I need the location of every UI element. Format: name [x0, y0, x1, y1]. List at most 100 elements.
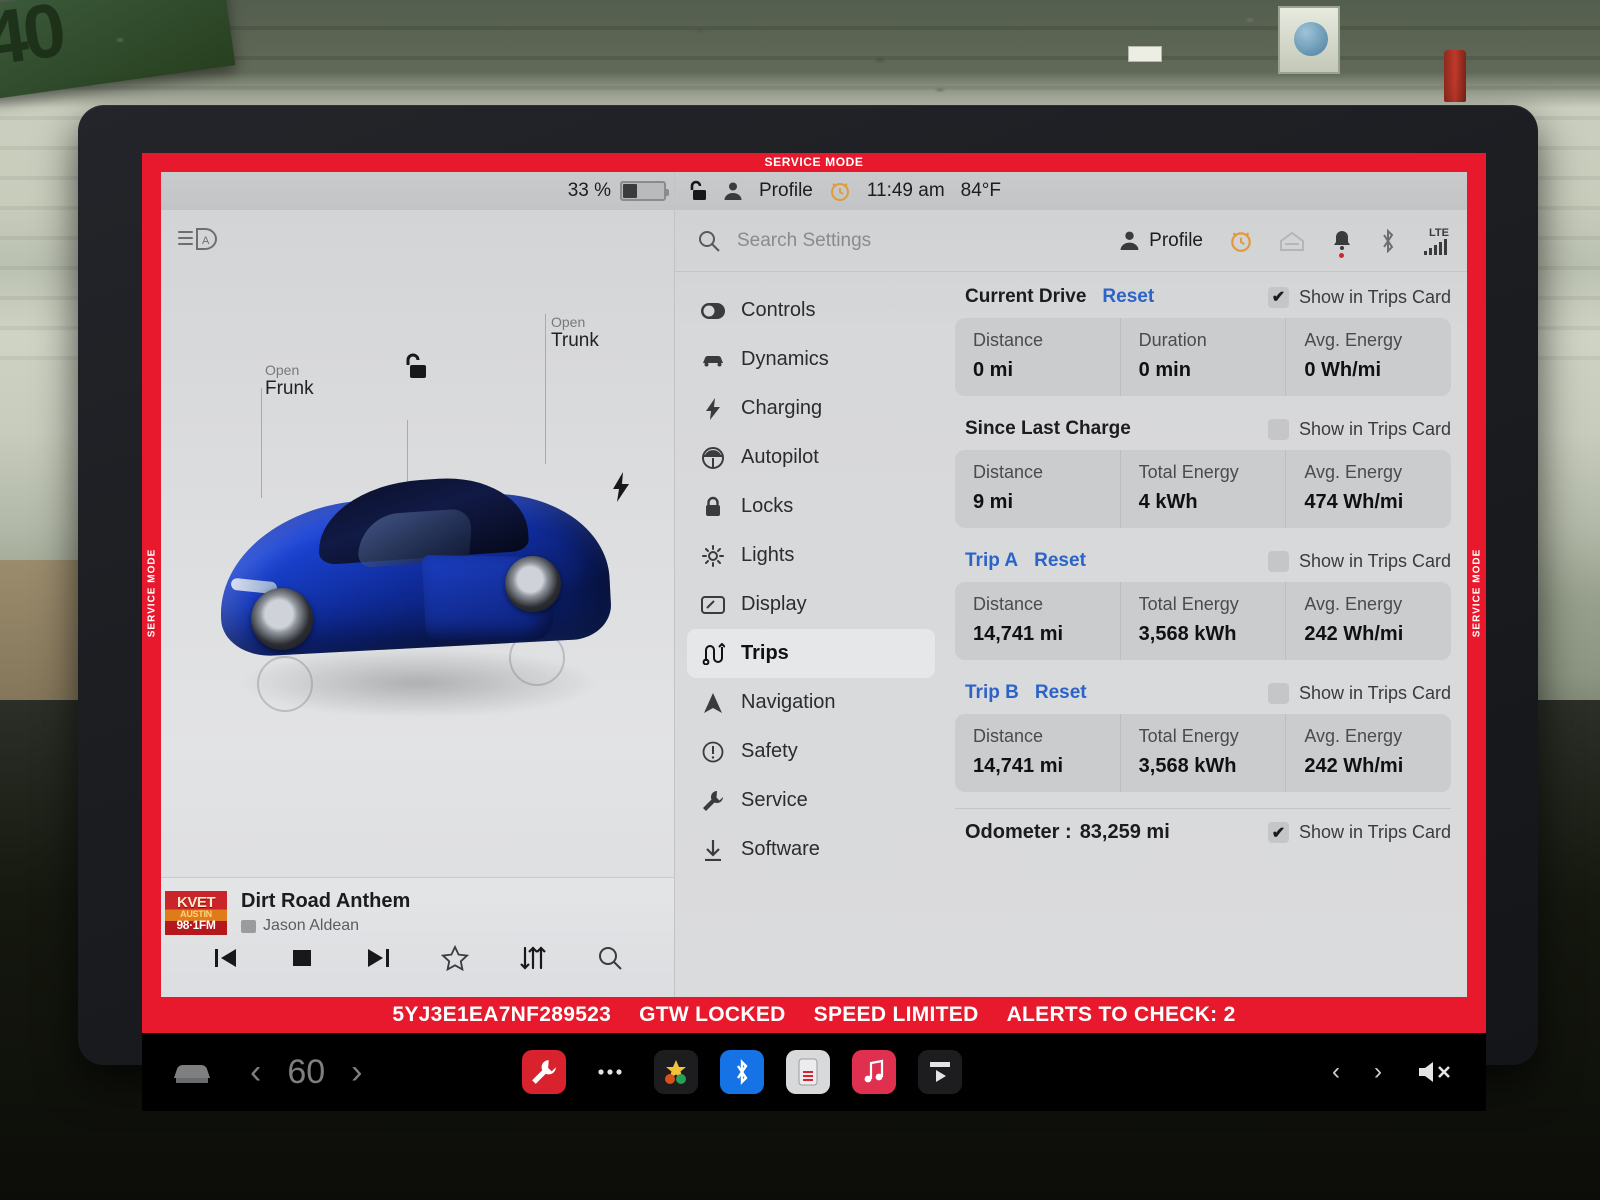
download-icon: [701, 839, 725, 861]
taskbar-right: ‹ ›: [1332, 1058, 1486, 1086]
screen-content: 33 % A Open Frunk Open Trunk KVET AUSTIN…: [161, 172, 1467, 997]
show-in-trips-card-trip-b[interactable]: ✔ Show in Trips Card: [1267, 682, 1451, 704]
car-3d-model[interactable]: [209, 460, 629, 718]
settings-pane: Profile 11:49 am 84°F Search Settings Pr…: [675, 172, 1467, 997]
person-icon[interactable]: [723, 181, 743, 201]
checkbox[interactable]: ✔: [1267, 550, 1289, 572]
nav-next-button[interactable]: ›: [1374, 1058, 1382, 1086]
sidebar-item-locks[interactable]: Locks: [687, 482, 935, 531]
steering-icon: [701, 446, 725, 469]
sidebar-item-controls[interactable]: Controls: [687, 286, 935, 335]
service-mode-top-banner: SERVICE MODE: [142, 153, 1486, 172]
stat-value: 0 mi: [973, 359, 1014, 381]
alarm-clock-icon[interactable]: [829, 180, 851, 202]
station-logo: KVET AUSTIN 98·1FM: [165, 890, 227, 935]
wrench-icon: [701, 790, 725, 812]
bluetooth-icon[interactable]: [1379, 228, 1397, 254]
sidebar-item-label: Controls: [741, 299, 816, 321]
profile-label: Profile: [1149, 229, 1203, 251]
bottom-taskbar: ‹ 60 › ‹ ›: [142, 1033, 1486, 1111]
temp-up-button[interactable]: ›: [351, 1053, 362, 1092]
trunk-leader-line: [545, 314, 546, 464]
show-in-trips-card-since-last-charge[interactable]: ✔ Show in Trips Card: [1267, 418, 1451, 440]
sidebar-item-service[interactable]: Service: [687, 776, 935, 825]
equalizer-button[interactable]: [519, 945, 547, 971]
more-apps-icon[interactable]: [588, 1050, 632, 1094]
section-header-trip-b: Trip B Reset ✔ Show in Trips Card: [955, 676, 1451, 710]
odometer-label: Odometer :: [965, 821, 1072, 843]
stop-button[interactable]: [290, 946, 314, 970]
speed-status: SPEED LIMITED: [813, 1003, 979, 1026]
search-icon: [697, 229, 721, 253]
section-title[interactable]: Trip B: [965, 682, 1019, 704]
section-header-current-drive: Current Drive Reset ✔ Show in Trips Card: [955, 280, 1451, 314]
lock-icon: [701, 496, 725, 518]
status-time: 11:49 am: [866, 180, 945, 201]
trunk-label: Trunk: [551, 330, 599, 351]
stat-key: Avg. Energy: [1304, 594, 1403, 614]
theater-app-icon[interactable]: [918, 1050, 962, 1094]
section-title[interactable]: Trip A: [965, 550, 1018, 572]
dashcam-app-icon[interactable]: [786, 1050, 830, 1094]
reset-trip-a-button[interactable]: Reset: [1034, 550, 1086, 572]
reset-trip-b-button[interactable]: Reset: [1035, 682, 1087, 704]
battery-icon[interactable]: [620, 181, 669, 201]
bell-icon[interactable]: [1331, 229, 1353, 258]
section-header-trip-a: Trip A Reset ✔ Show in Trips Card: [955, 544, 1451, 578]
status-profile-label[interactable]: Profile: [759, 180, 813, 202]
section-header-since-last-charge: Since Last Charge ✔ Show in Trips Card: [955, 412, 1451, 446]
sidebar-item-safety[interactable]: Safety: [687, 727, 935, 776]
gateway-status: GTW LOCKED: [639, 1003, 786, 1026]
next-track-button[interactable]: [364, 946, 392, 970]
toybox-app-icon[interactable]: [654, 1050, 698, 1094]
settings-status-bar: Profile 11:49 am 84°F: [675, 172, 1467, 210]
stat-key: Total Energy: [1138, 726, 1239, 746]
status-temperature: 84°F: [960, 180, 1002, 201]
sidebar-item-autopilot[interactable]: Autopilot: [687, 433, 935, 482]
search-settings-field[interactable]: Search Settings: [697, 229, 1119, 253]
sun-icon: [701, 544, 725, 567]
trunk-control[interactable]: Open Trunk: [551, 314, 599, 352]
frunk-control[interactable]: Open Frunk: [265, 362, 314, 400]
reset-current-drive-button[interactable]: Reset: [1102, 286, 1154, 308]
sidebar-item-navigation[interactable]: Navigation: [687, 678, 935, 727]
sidebar-item-dynamics[interactable]: Dynamics: [687, 335, 935, 384]
show-in-trips-card-trip-a[interactable]: ✔ Show in Trips Card: [1267, 550, 1451, 572]
stat-cell: Total Energy 4 kWh: [1119, 450, 1286, 528]
nav-prev-button[interactable]: ‹: [1332, 1058, 1340, 1086]
car-icon[interactable]: [170, 1058, 214, 1086]
warning-icon: [701, 741, 725, 763]
checkbox[interactable]: ✔: [1267, 682, 1289, 704]
checkbox[interactable]: ✔: [1267, 418, 1289, 440]
sidebar-item-charging[interactable]: Charging: [687, 384, 935, 433]
sidebar-item-software[interactable]: Software: [687, 825, 935, 874]
profile-button[interactable]: Profile: [1119, 230, 1203, 252]
temperature-value: 60: [287, 1052, 326, 1091]
temp-down-button[interactable]: ‹: [250, 1053, 261, 1092]
search-media-button[interactable]: [597, 945, 623, 971]
stat-value: 3,568 kWh: [1138, 623, 1237, 645]
sidebar-item-display[interactable]: Display: [687, 580, 935, 629]
show-in-trips-card-odometer[interactable]: ✔ Show in Trips Card: [1267, 822, 1451, 843]
checkbox[interactable]: ✔: [1267, 822, 1289, 843]
unlocked-padlock-icon[interactable]: [687, 180, 707, 202]
service-app-icon[interactable]: [522, 1050, 566, 1094]
alarm-clock-icon[interactable]: [1229, 229, 1253, 253]
sidebar-item-lights[interactable]: Lights: [687, 531, 935, 580]
network-type-label: LTE: [1429, 226, 1449, 239]
climate-temp-control[interactable]: ‹ 60 ›: [250, 1053, 362, 1092]
checkbox[interactable]: ✔: [1267, 286, 1289, 308]
unlocked-padlock-icon[interactable]: [401, 352, 427, 382]
garage-door-icon[interactable]: [1279, 230, 1305, 252]
stat-value: 0 min: [1138, 359, 1191, 381]
stat-cell: Total Energy 3,568 kWh: [1119, 714, 1286, 792]
favorite-button[interactable]: [441, 945, 470, 971]
music-app-icon[interactable]: [852, 1050, 896, 1094]
show-in-trips-card-current-drive[interactable]: ✔ Show in Trips Card: [1267, 286, 1451, 308]
sidebar-item-trips[interactable]: Trips: [687, 629, 935, 678]
sidebar-item-label: Safety: [741, 740, 798, 762]
mute-speaker-icon[interactable]: [1416, 1059, 1456, 1085]
previous-track-button[interactable]: [212, 946, 240, 970]
bluetooth-app-icon[interactable]: [720, 1050, 764, 1094]
bolt-icon: [701, 397, 725, 420]
